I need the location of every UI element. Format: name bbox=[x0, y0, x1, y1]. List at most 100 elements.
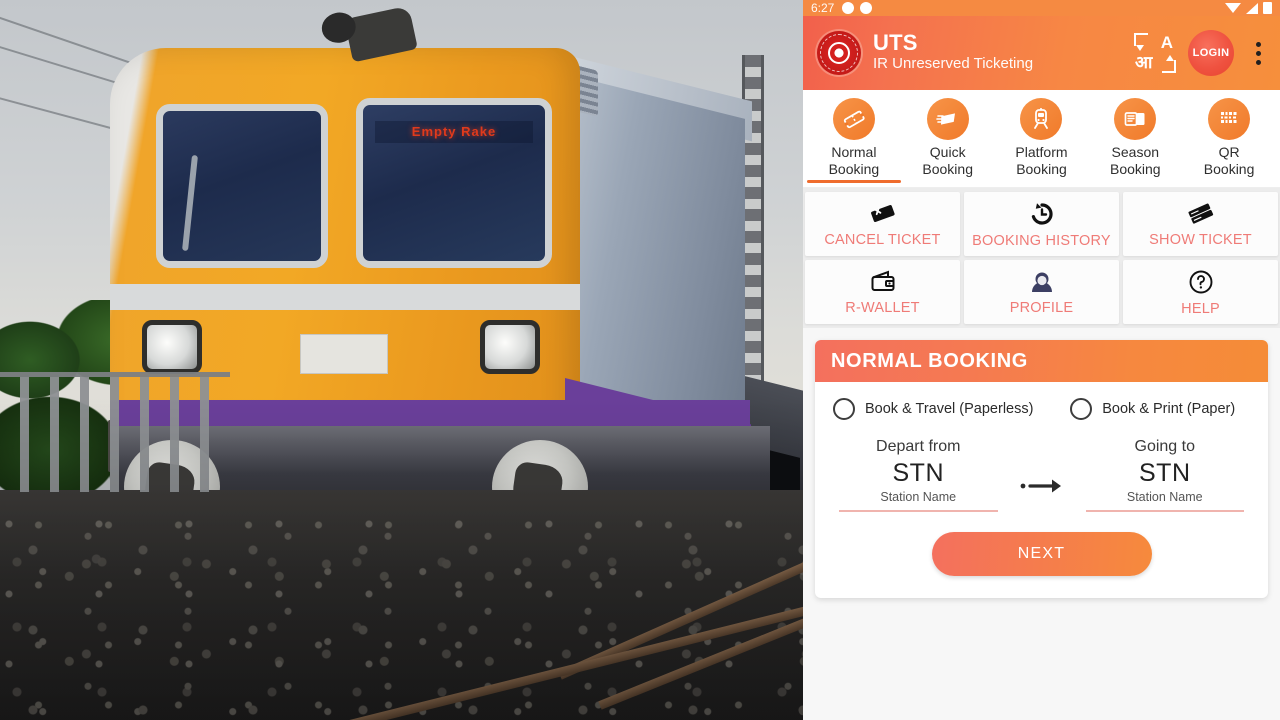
going-to-field[interactable]: Going to STN Station Name bbox=[1080, 438, 1251, 512]
status-bar-clock: 6:27 bbox=[811, 1, 835, 15]
tab-qr-booking[interactable]: QR Booking bbox=[1182, 98, 1276, 187]
tile-label: CANCEL TICKET bbox=[824, 231, 941, 248]
language-toggle-icon[interactable]: A आ bbox=[1134, 33, 1176, 73]
normal-booking-card: NORMAL BOOKING Book & Travel (Paperless)… bbox=[815, 340, 1268, 598]
train-photo: Empty Rake bbox=[0, 0, 803, 720]
tab-label: Normal Booking bbox=[828, 144, 880, 177]
depart-from-title: Depart from bbox=[876, 438, 961, 456]
tile-label: BOOKING HISTORY bbox=[972, 232, 1111, 249]
going-to-title: Going to bbox=[1134, 438, 1195, 456]
going-to-hint: Station Name bbox=[1126, 489, 1203, 504]
arrow-right-icon bbox=[1019, 476, 1065, 501]
tile-booking-history[interactable]: BOOKING HISTORY bbox=[964, 192, 1119, 257]
show-ticket-icon bbox=[1186, 201, 1216, 227]
train-front-icon bbox=[1020, 98, 1063, 140]
wallet-icon bbox=[869, 269, 897, 295]
booking-tabs: Normal Booking Quick Booking Platform Bo… bbox=[803, 90, 1280, 189]
card-header: NORMAL BOOKING bbox=[815, 340, 1268, 383]
direction-arrow bbox=[1004, 438, 1080, 501]
location-icon bbox=[860, 2, 873, 14]
depart-from-field[interactable]: Depart from STN Station Name bbox=[833, 438, 1004, 512]
tile-label: R-WALLET bbox=[845, 299, 920, 316]
app-title: UTS bbox=[873, 30, 918, 56]
windscreen-wiper bbox=[181, 154, 199, 252]
battery-icon bbox=[1263, 2, 1272, 14]
tab-active-underline bbox=[807, 180, 901, 184]
logo-ring bbox=[820, 34, 858, 72]
headlight-left bbox=[142, 320, 202, 374]
app-bar: UTS IR Unreserved Ticketing A आ LOGIN bbox=[803, 16, 1280, 90]
destination-board: Empty Rake bbox=[375, 121, 533, 143]
destination-board-text: Empty Rake bbox=[411, 124, 497, 139]
wifi-icon bbox=[1225, 3, 1241, 13]
signal-icon bbox=[1246, 2, 1258, 14]
radio-book-and-print[interactable]: Book & Print (Paper) bbox=[1070, 398, 1250, 421]
tab-season-booking[interactable]: Season Booking bbox=[1088, 98, 1182, 187]
tile-show-ticket[interactable]: SHOW TICKET bbox=[1123, 192, 1278, 257]
status-bar-left-icons bbox=[842, 2, 873, 14]
kebab-menu-icon[interactable] bbox=[1246, 33, 1270, 73]
cab-window-left bbox=[156, 104, 328, 268]
kebab-dot bbox=[1255, 59, 1261, 65]
tile-r-wallet[interactable]: R-WALLET bbox=[805, 260, 960, 325]
lang-arrow-down-icon bbox=[1136, 45, 1144, 51]
app-subtitle: IR Unreserved Ticketing bbox=[873, 55, 1034, 73]
status-bar: 6:27 bbox=[803, 0, 1280, 16]
fast-ticket-icon bbox=[926, 98, 969, 140]
nose-band bbox=[110, 284, 580, 310]
history-clock-icon bbox=[1028, 200, 1056, 228]
lang-devanagari-letter: आ bbox=[1135, 53, 1153, 73]
tile-label: HELP bbox=[1181, 300, 1220, 317]
depart-from-underline bbox=[839, 509, 998, 512]
season-pass-icon bbox=[1114, 98, 1157, 140]
qr-code-icon bbox=[1208, 98, 1251, 140]
cancel-ticket-icon bbox=[868, 201, 898, 227]
tile-cancel-ticket[interactable]: CANCEL TICKET bbox=[805, 192, 960, 257]
next-button[interactable]: NEXT bbox=[931, 531, 1152, 576]
status-bar-right-icons bbox=[1225, 2, 1272, 14]
radio-circle[interactable] bbox=[1070, 398, 1093, 421]
tab-label: QR Booking bbox=[1203, 144, 1255, 177]
radio-book-and-travel[interactable]: Book & Travel (Paperless) bbox=[833, 398, 1048, 421]
depart-from-code: STN bbox=[892, 459, 944, 488]
going-to-code: STN bbox=[1139, 459, 1191, 488]
kebab-dot bbox=[1255, 41, 1261, 47]
tab-quick-booking[interactable]: Quick Booking bbox=[901, 98, 995, 187]
tab-underline bbox=[1088, 180, 1182, 183]
settings-icon bbox=[842, 2, 855, 14]
app-screenshot: 6:27 UTS IR Unreserved Ticketing A आ LOG… bbox=[803, 0, 1280, 720]
card-title: NORMAL BOOKING bbox=[831, 349, 1028, 372]
tab-underline bbox=[901, 180, 995, 183]
question-mark-icon bbox=[1187, 268, 1215, 296]
headlight-right bbox=[480, 320, 540, 374]
tile-profile[interactable]: PROFILE bbox=[964, 260, 1119, 325]
tab-underline bbox=[995, 180, 1089, 183]
tile-label: PROFILE bbox=[1009, 299, 1074, 316]
quick-actions-grid: CANCEL TICKET BOOKING HISTORY SHOW TICKE… bbox=[803, 188, 1280, 329]
cab-window-right: Empty Rake bbox=[356, 98, 552, 268]
indian-railways-logo bbox=[817, 31, 861, 75]
lang-arrow-up-icon bbox=[1166, 55, 1174, 61]
profile-avatar-icon bbox=[1028, 269, 1056, 295]
next-button-row: NEXT bbox=[815, 516, 1268, 598]
tile-help[interactable]: HELP bbox=[1123, 260, 1278, 325]
tab-normal-booking[interactable]: Normal Booking bbox=[807, 98, 901, 187]
ticket-icon bbox=[832, 98, 875, 140]
going-to-underline bbox=[1085, 509, 1244, 512]
lang-latin-letter: A bbox=[1160, 33, 1173, 52]
tab-label: Platform Booking bbox=[1015, 144, 1068, 177]
tab-platform-booking[interactable]: Platform Booking bbox=[995, 98, 1089, 187]
login-button[interactable]: LOGIN bbox=[1188, 30, 1234, 76]
tab-underline bbox=[1182, 180, 1276, 183]
tab-label: Season Booking bbox=[1109, 144, 1161, 177]
app-titles: UTS IR Unreserved Ticketing bbox=[873, 31, 1122, 74]
booking-type-options: Book & Travel (Paperless) Book & Print (… bbox=[815, 382, 1268, 428]
radio-label: Book & Print (Paper) bbox=[1102, 401, 1236, 418]
radio-circle[interactable] bbox=[833, 398, 855, 421]
trackside-fence bbox=[0, 372, 230, 492]
screen-root: Empty Rake 6:27 UTS IR Unreserved Ticket… bbox=[0, 0, 1280, 720]
depart-from-hint: Station Name bbox=[880, 489, 957, 504]
tile-label: SHOW TICKET bbox=[1149, 231, 1252, 248]
station-selectors: Depart from STN Station Name Going to ST… bbox=[815, 428, 1268, 516]
radio-label: Book & Travel (Paperless) bbox=[865, 401, 1034, 418]
